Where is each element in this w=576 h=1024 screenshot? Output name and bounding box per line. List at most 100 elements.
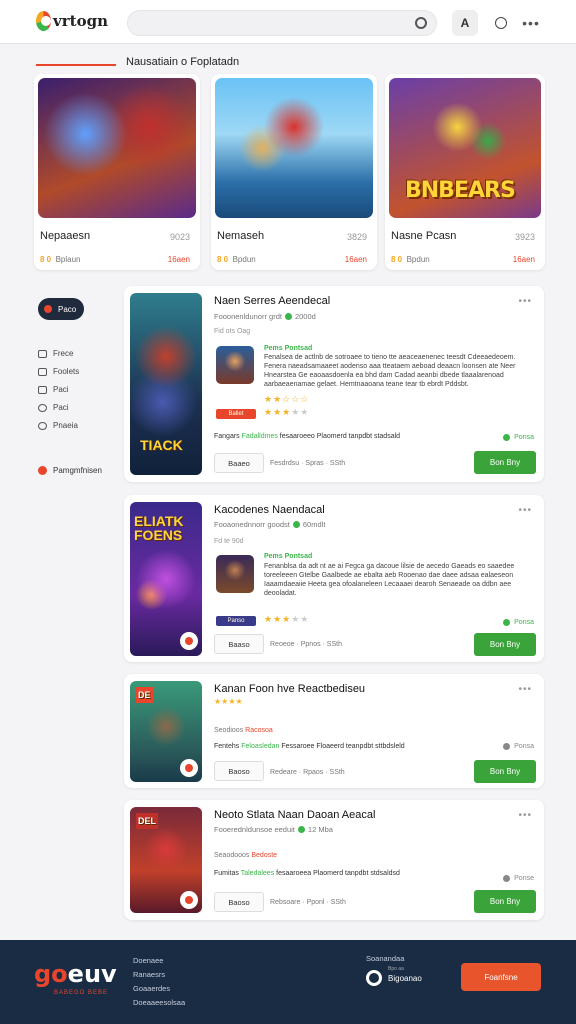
game-small-meta: Fid ots Oag <box>214 328 251 335</box>
sidebar-item-1[interactable]: Frece <box>38 349 73 358</box>
sidebar-filter-chip[interactable]: Paco <box>38 298 84 320</box>
footer-logo-sub: BABEGO BEBE <box>54 990 109 996</box>
list-item[interactable]: DEL Neoto Stlata Naan Daoan Aeacal ••• F… <box>124 800 544 920</box>
footer-cta-button[interactable]: Foanfsne <box>461 963 541 991</box>
sidebar-item-label: Frece <box>53 349 74 358</box>
card-more-icon[interactable]: ••• <box>518 296 532 307</box>
list-item[interactable]: DE Kanan Foon hve Reactbediseu ••• ★★★★ … <box>124 674 544 788</box>
support-link[interactable]: Bpo aa Bigoanao <box>366 966 422 986</box>
game-art-image <box>215 78 373 218</box>
sidebar-footer-label: Pamgmfnisen <box>53 466 102 475</box>
chat-icon <box>495 17 507 29</box>
sidebar-footer-link[interactable]: Pamgmfnisen <box>38 466 102 475</box>
game-mini-meta: Seodioos Racosoa <box>214 727 273 734</box>
status-badge: Ponsa <box>503 743 534 750</box>
game-title: Kacodenes Naendacal <box>214 504 325 516</box>
game-count: 9023 <box>169 232 190 242</box>
featured-card-1[interactable]: Nepaaesn 9023 8 0 Bplaun 16aen <box>34 74 200 270</box>
sidebar-item-2[interactable]: Foolets <box>38 367 79 376</box>
top-header: vrtogn A ••• <box>0 0 576 44</box>
rating-stars-secondary: ★★★★★ <box>264 407 310 417</box>
buy-button[interactable]: Bon Bny <box>474 760 536 783</box>
game-price: 16aen <box>344 255 367 264</box>
clock-icon <box>38 403 47 412</box>
game-subtitle: Fooaonednnorr goodst 60mdlt <box>214 520 326 529</box>
cover-title: DEL <box>136 813 158 829</box>
verified-icon <box>292 521 300 528</box>
game-tagline: Fangars Fadalldmes fesaaroeeo Plaomerd t… <box>214 433 401 440</box>
sidebar-item-5[interactable]: Pnaeia <box>38 421 78 430</box>
card-more-icon[interactable]: ••• <box>518 684 532 695</box>
sidebar-item-4[interactable]: Paci <box>38 403 69 412</box>
cover-title: TIACK <box>140 437 183 453</box>
game-cover-image: ELIATK FOENS <box>130 502 202 656</box>
status-badge: Ponsa <box>503 619 534 626</box>
game-thumbnail <box>216 346 254 384</box>
game-name: Nemaseh <box>217 230 265 242</box>
more-menu-button[interactable]: ••• <box>518 10 544 36</box>
footer-link[interactable]: Doenaee <box>133 954 185 968</box>
site-footer: goeuv BABEGO BEBE Doenaee Ranaesrs Goaae… <box>0 940 576 1024</box>
game-title: Neoto Stlata Naan Daoan Aeacal <box>214 809 376 821</box>
game-meta: 8 0 Bpdun <box>391 255 430 264</box>
card-more-icon[interactable]: ••• <box>518 810 532 821</box>
game-badge: Ballet <box>216 409 256 419</box>
status-dot-icon <box>503 743 511 750</box>
footer-link[interactable]: Ranaesrs <box>133 968 185 982</box>
grid-icon <box>38 367 47 376</box>
status-badge: Ponse <box>503 875 534 882</box>
section-title: Nausatiain o Foplatadn <box>126 56 240 68</box>
play-icon[interactable] <box>180 891 198 909</box>
game-description: Fenalsea de actlnb de sotroaee to tieno … <box>264 354 516 388</box>
card-more-icon[interactable]: ••• <box>518 505 532 516</box>
game-meta: 8 0 Bpdun <box>217 255 256 264</box>
search-input[interactable] <box>127 10 437 36</box>
sidebar-item-label: Foolets <box>53 367 80 376</box>
cover-title: DE <box>136 687 153 703</box>
buy-button[interactable]: Bon Bny <box>474 451 536 474</box>
play-icon[interactable] <box>180 632 198 650</box>
secondary-button[interactable]: Baoso <box>214 761 264 781</box>
footer-link[interactable]: Doeaaeesolsaa <box>133 996 185 1010</box>
game-name: Nasne Pcasn <box>391 230 457 242</box>
game-title: Kanan Foon hve Reactbediseu <box>214 683 366 695</box>
secondary-button[interactable]: Baoso <box>214 892 264 912</box>
game-footer-meta: Reoeoe · Ppnos · SSth <box>270 641 342 648</box>
record-dot-icon <box>38 466 47 475</box>
user-button[interactable]: A <box>452 10 478 36</box>
secondary-button[interactable]: Baaeo <box>214 453 264 473</box>
game-footer-meta: Fesdrdsu · Spras · SSth <box>270 460 346 467</box>
buy-button[interactable]: Bon Bny <box>474 633 536 656</box>
game-description: Fenanblsa da adt nt ae ai Fegca ga dacou… <box>264 563 515 597</box>
status-dot-icon <box>503 875 511 882</box>
game-footer-meta: Rebsoare · Pponl · SSth <box>270 899 346 906</box>
chat-button[interactable] <box>488 10 514 36</box>
status-dot-icon <box>503 619 511 626</box>
game-art-title: BNBEARS <box>405 178 516 203</box>
search-icon[interactable] <box>415 17 427 29</box>
game-count: 3829 <box>346 232 367 242</box>
list-item[interactable]: ELIATK FOENS Kacodenes Naendacal ••• Foo… <box>124 495 544 662</box>
game-art-image: BNBEARS <box>389 78 541 218</box>
game-price: 16aen <box>512 255 535 264</box>
secondary-button[interactable]: Baaso <box>214 634 264 654</box>
featured-card-2[interactable]: Nemaseh 3829 8 0 Bpdun 16aen <box>211 74 377 270</box>
game-footer-meta: Redeare · Rpaos · SSth <box>270 769 345 776</box>
brand-logo[interactable]: vrtogn <box>36 8 108 34</box>
rating-stars: ★★★★ <box>214 697 243 706</box>
sidebar-item-label: Paci <box>53 403 69 412</box>
list-item[interactable]: TIACK Naen Serres Aeendecal ••• Fooonenl… <box>124 286 544 482</box>
featured-card-3[interactable]: BNBEARS Nasne Pcasn 3923 8 0 Bpdun 16aen <box>385 74 545 270</box>
chip-label: Paco <box>58 304 77 314</box>
verified-icon <box>284 313 292 320</box>
footer-logo[interactable]: goeuv <box>34 960 117 988</box>
buy-button[interactable]: Bon Bny <box>474 890 536 913</box>
support-label: Bigoanao <box>388 973 422 983</box>
game-subtitle: Fooerednldunsoe eeduit 12 Mba <box>214 825 333 834</box>
game-badge: Panso <box>216 616 256 626</box>
game-thumbnail <box>216 555 254 593</box>
play-icon[interactable] <box>180 759 198 777</box>
sidebar-item-3[interactable]: Paci <box>38 385 69 394</box>
game-small-meta: Fd te 90d <box>214 538 244 545</box>
footer-link[interactable]: Goaaerdes <box>133 982 185 996</box>
